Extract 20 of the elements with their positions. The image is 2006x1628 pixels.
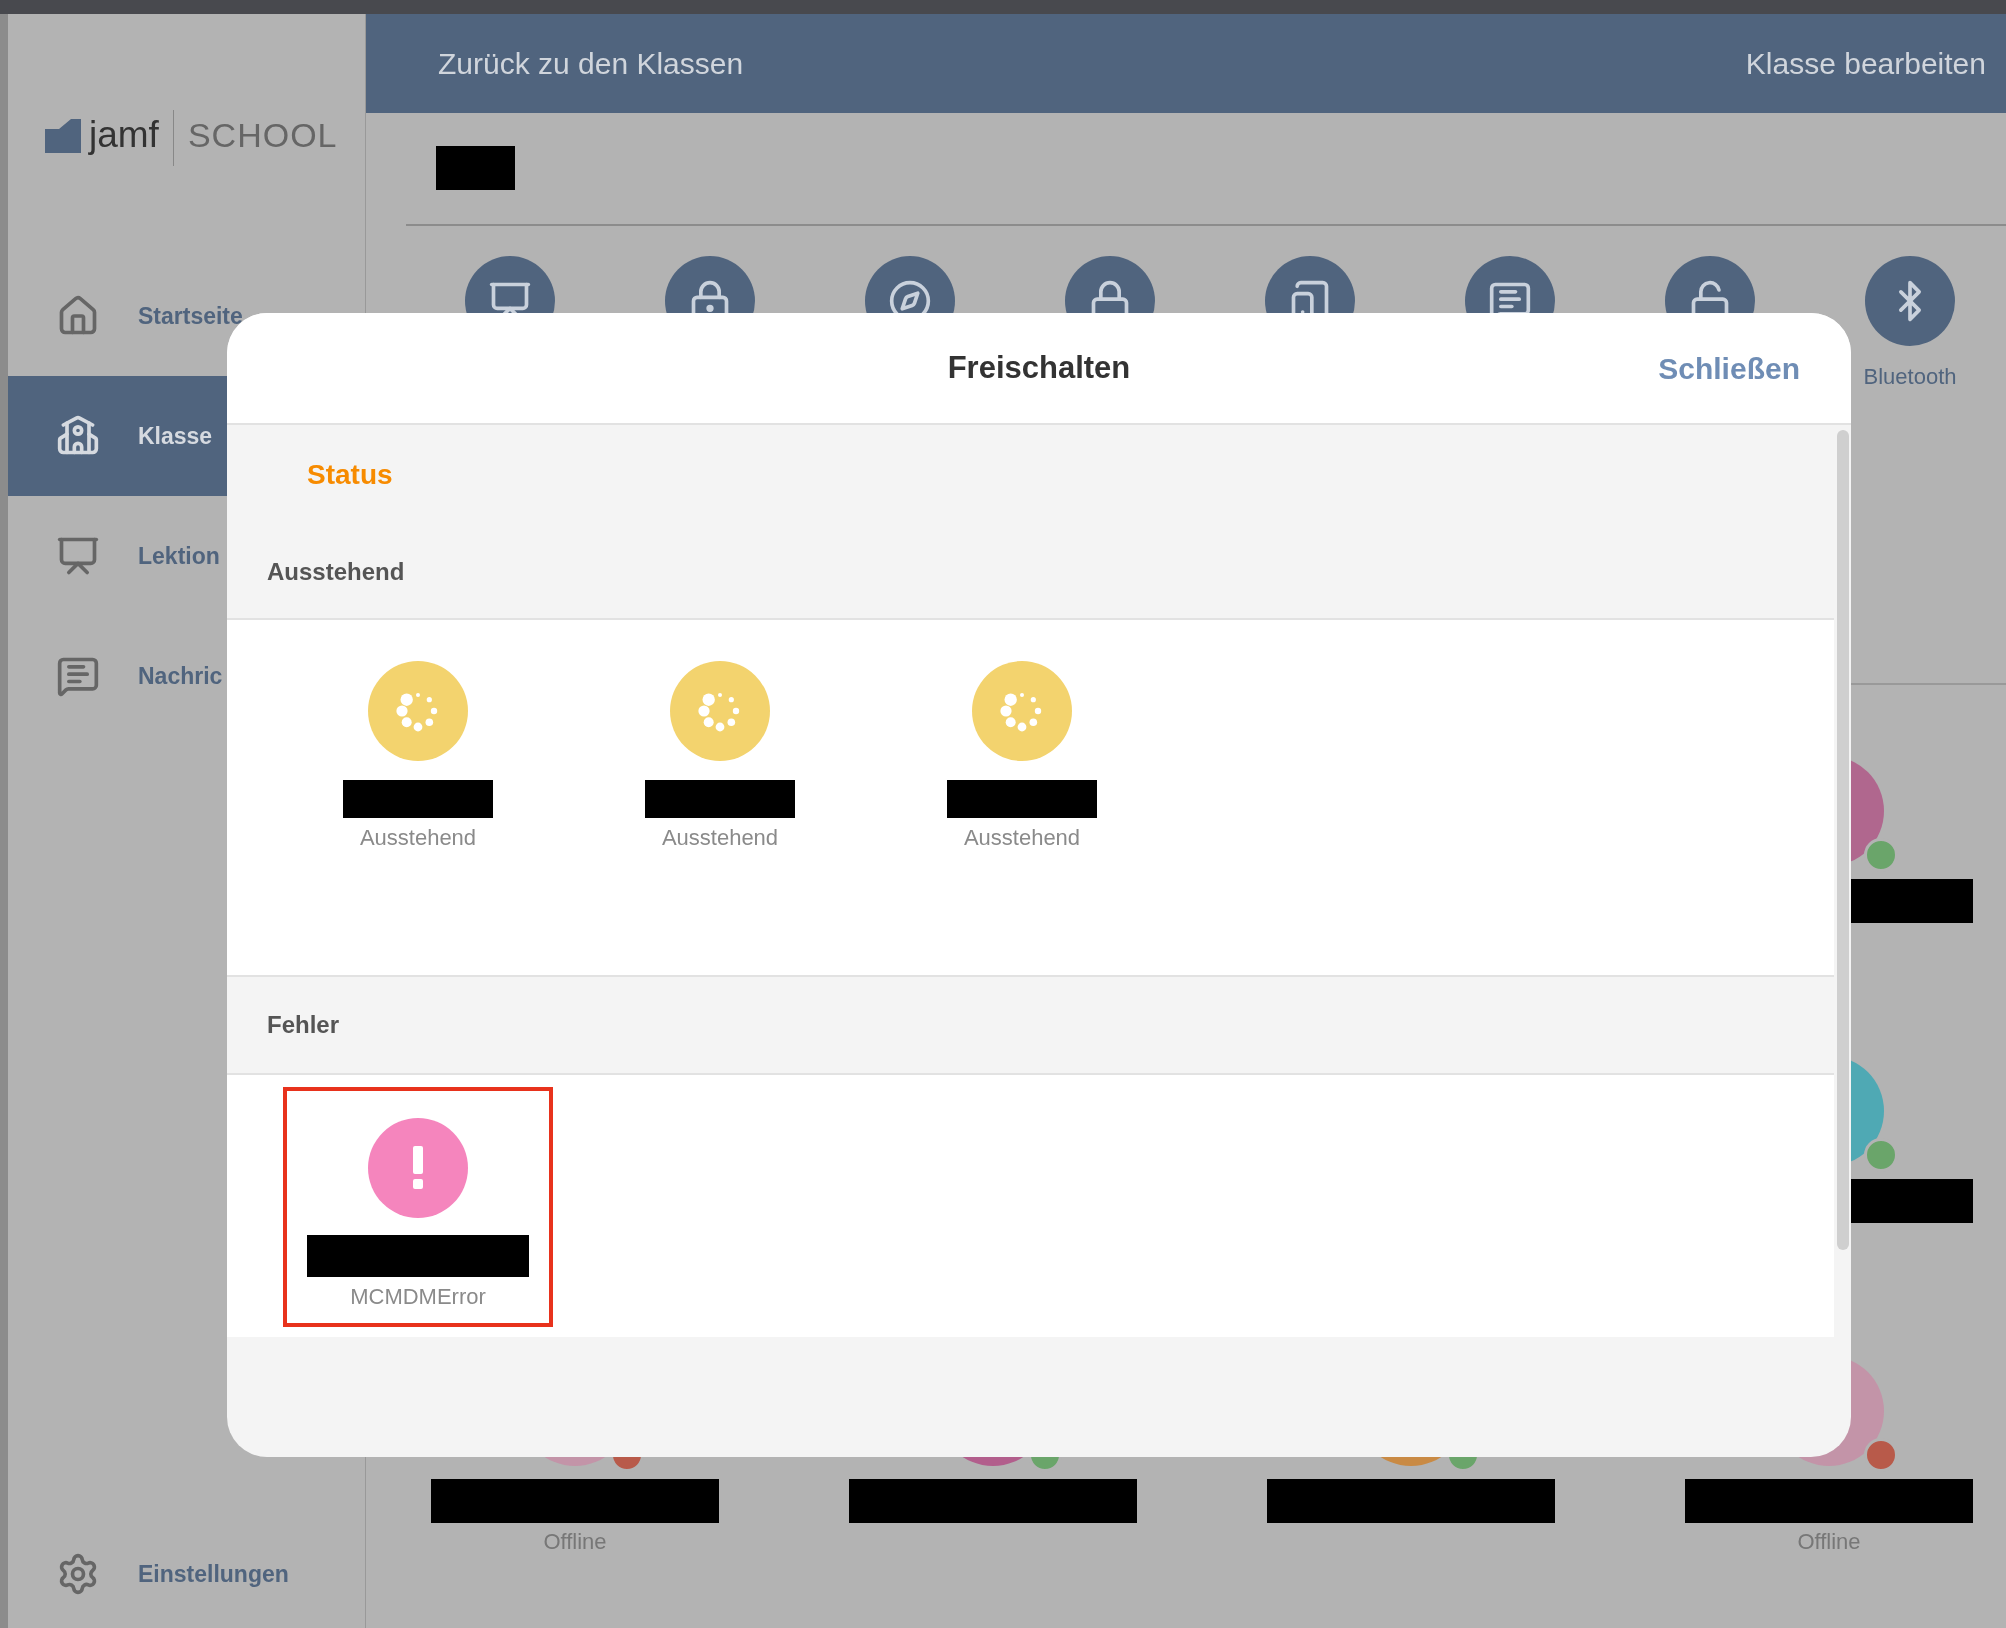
device-status: Ausstehend [963,824,1081,852]
section-heading: Ausstehend [267,556,405,587]
settings-item[interactable]: Einstellungen [8,1534,365,1614]
student-status: Offline [543,1529,607,1554]
logo-product: SCHOOL [187,118,338,152]
exclamation-icon [410,1146,426,1190]
close-link[interactable]: Schließen [1658,345,1800,391]
sidebar-item[interactable]: Startseite [8,256,365,376]
edit-class-link[interactable]: Klasse bearbeiten [1745,41,1986,86]
device-status: Ausstehend [359,824,477,852]
logo-mark-icon [45,119,81,153]
scrollbar-thumb[interactable] [1836,430,1849,1250]
device-status: MCMDMError [350,1283,486,1311]
dialog-title: Freischalten [946,348,1132,387]
action-label: Bluetooth [1863,363,1957,391]
device-status: Ausstehend [661,824,779,852]
back-link[interactable]: Zurück zu den Klassen [438,41,744,86]
section-heading: Fehler [267,1010,340,1040]
sidebar-item[interactable]: Nachric [8,616,365,736]
student-status: Offline [1797,1529,1861,1554]
